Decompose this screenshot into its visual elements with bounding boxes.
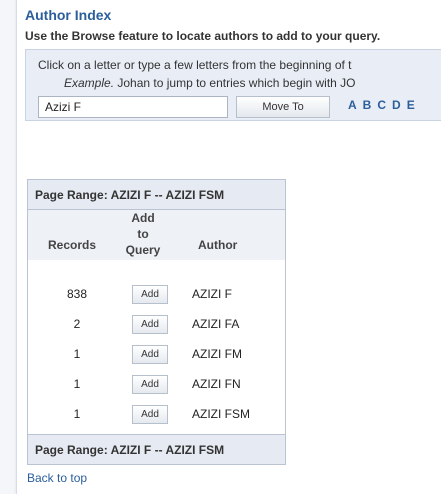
back-to-top-link[interactable]: Back to top bbox=[27, 471, 87, 485]
table-row: 1 Add AZIZI FSM bbox=[28, 404, 285, 428]
add-button[interactable]: Add bbox=[132, 405, 168, 424]
add-button[interactable]: Add bbox=[132, 345, 168, 364]
example-label: Example. bbox=[64, 76, 115, 90]
add-button[interactable]: Add bbox=[132, 285, 168, 304]
example-text: Johan to jump to entries which begin wit… bbox=[117, 76, 356, 90]
add-button[interactable]: Add bbox=[132, 315, 168, 334]
records-cell: 1 bbox=[73, 347, 81, 361]
browse-instructions: Click on a letter or type a few letters … bbox=[38, 58, 352, 72]
letter-c-link[interactable]: C bbox=[377, 98, 386, 112]
table-row: 1 Add AZIZI FN bbox=[28, 374, 285, 398]
letter-d-link[interactable]: D bbox=[392, 98, 401, 112]
page-range-bottom: Page Range: AZIZI F -- AZIZI FSM bbox=[28, 434, 285, 464]
letter-links: ABCDE bbox=[348, 98, 421, 112]
table-row: 838 Add AZIZI F bbox=[28, 284, 285, 308]
author-cell: AZIZI FSM bbox=[192, 407, 250, 421]
records-cell: 2 bbox=[73, 317, 81, 331]
author-cell: AZIZI FA bbox=[192, 317, 240, 331]
page-range-top: Page Range: AZIZI F -- AZIZI FSM bbox=[28, 180, 285, 210]
author-cell: AZIZI F bbox=[192, 287, 232, 301]
author-header: Author bbox=[198, 238, 238, 252]
browse-example: Example. Johan to jump to entries which … bbox=[64, 76, 356, 90]
records-cell: 838 bbox=[66, 287, 88, 301]
records-cell: 1 bbox=[73, 377, 81, 391]
move-to-button[interactable]: Move To bbox=[236, 96, 330, 118]
author-search-input[interactable] bbox=[38, 96, 228, 118]
results-table: Page Range: AZIZI F -- AZIZI FSM Records… bbox=[27, 179, 286, 465]
author-cell: AZIZI FM bbox=[192, 347, 242, 361]
letter-a-link[interactable]: A bbox=[348, 98, 357, 112]
table-row: 2 Add AZIZI FA bbox=[28, 314, 285, 338]
letter-e-link[interactable]: E bbox=[407, 98, 415, 112]
author-cell: AZIZI FN bbox=[192, 377, 241, 391]
table-row: 1 Add AZIZI FM bbox=[28, 344, 285, 368]
table-header: Records Add to Query Author bbox=[28, 210, 285, 260]
add-button[interactable]: Add bbox=[132, 375, 168, 394]
records-cell: 1 bbox=[73, 407, 81, 421]
page-subtitle: Use the Browse feature to locate authors… bbox=[25, 29, 381, 43]
add-to-query-header: Add to Query bbox=[125, 211, 161, 257]
letter-b-link[interactable]: B bbox=[363, 98, 372, 112]
records-header: Records bbox=[48, 238, 97, 252]
page-title: Author Index bbox=[25, 7, 112, 23]
